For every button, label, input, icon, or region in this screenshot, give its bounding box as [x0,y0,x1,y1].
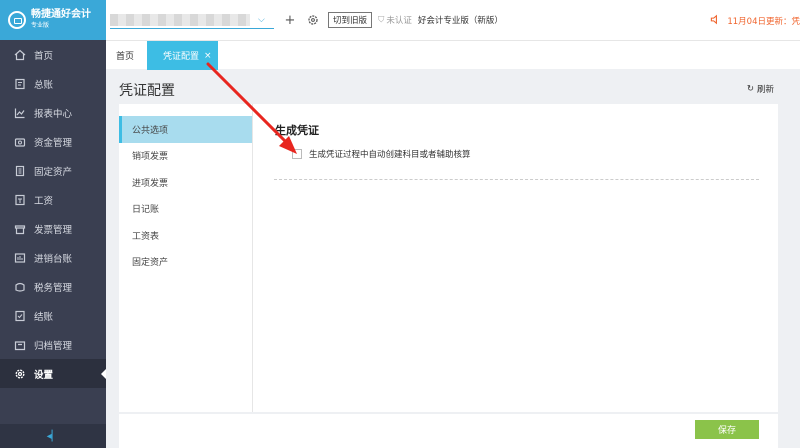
close-books-icon [14,310,26,322]
app-logo[interactable]: 畅捷通好会计 专业版 [0,0,106,40]
stock-icon [14,252,26,264]
sidebar-item-label: 归档管理 [34,340,73,352]
tab-label: 首页 [116,52,135,62]
sidebar-collapse-button[interactable]: ◂▏ [0,424,106,448]
sidebar-item-label: 发票管理 [34,224,73,236]
sidebar-item-invoices[interactable]: 发票管理 [0,214,106,243]
money-icon [14,136,26,148]
page-title: 凭证配置 [119,83,175,99]
tab-label: 凭证配置 [163,52,200,62]
auto-create-option[interactable]: 生成凭证过程中自动创建科目或者辅助核算 [292,148,471,160]
sidebar-item-reports[interactable]: 报表中心 [0,98,106,127]
auto-create-checkbox[interactable] [292,149,302,159]
collapse-icon: ◂▏ [46,430,60,442]
update-text: 11月04日更新：凭 [727,17,800,27]
sidebar-item-label: 进销台账 [34,253,73,265]
archive-icon [14,339,26,351]
building-icon [14,165,26,177]
settings-subnav: 公共选项 销项发票 进项发票 日记账 工资表 固定资产 [119,104,253,412]
refresh-label: 刷新 [756,85,774,95]
sidebar-item-label: 固定资产 [34,166,73,178]
close-icon[interactable]: × [204,51,212,61]
subnav-item-common[interactable]: 公共选项 [119,116,252,143]
sidebar-item-label: 报表中心 [34,108,73,120]
refresh-icon: ↻ [746,84,754,94]
switch-old-version-button[interactable]: 切到旧版 [328,12,373,28]
subnav-item-sales-invoice[interactable]: 销项发票 [119,143,252,170]
speaker-icon [710,14,721,28]
content-panel: 公共选项 销项发票 进项发票 日记账 工资表 固定资产 生成凭证 生成凭证过程中… [119,104,778,412]
payroll-icon [14,194,26,206]
logo-subtitle: 专业版 [31,22,50,29]
home-icon [14,49,26,61]
company-name-redacted [110,13,250,26]
tab-bar: 首页 凭证配置 × [106,40,800,70]
sidebar-item-funds[interactable]: 资金管理 [0,127,106,156]
sidebar-item-label: 总账 [34,79,54,91]
add-icon[interactable]: + [283,13,297,28]
sidebar-item-label: 税务管理 [34,282,73,294]
tab-voucher-config[interactable]: 凭证配置 × [147,41,218,70]
save-button[interactable]: 保存 [695,420,759,439]
company-selector[interactable]: ⌵ [110,11,274,29]
divider [274,179,759,180]
footer-bar: 保存 [119,414,778,448]
shield-icon: ⛉ [378,15,385,25]
sidebar-item-payroll[interactable]: 工资 [0,185,106,214]
update-notice[interactable]: 11月04日更新：凭 [710,14,800,28]
logo-icon [8,11,26,29]
gear-icon [14,368,26,380]
ledger-icon [14,78,26,90]
subnav-item-purchase-invoice[interactable]: 进项发票 [119,169,252,196]
sidebar-item-label: 首页 [34,50,54,62]
sidebar-item-close-books[interactable]: 结账 [0,301,106,330]
sidebar: 畅捷通好会计 专业版 首页 总账 报表中心 资金管理 固定资产 工资 发票管理 … [0,0,106,448]
sidebar-item-label: 工资 [34,195,54,207]
sidebar-item-label: 设置 [34,369,54,381]
subnav-item-fixed-assets[interactable]: 固定资产 [119,249,252,276]
sidebar-item-settings[interactable]: 设置 [0,359,106,388]
cert-label: 未认证 [386,16,412,26]
sidebar-item-tax[interactable]: 税务管理 [0,272,106,301]
subnav-item-journal[interactable]: 日记账 [119,196,252,223]
sidebar-item-archive[interactable]: 归档管理 [0,330,106,359]
chart-icon [14,107,26,119]
section-title: 生成凭证 [275,124,319,137]
sidebar-item-ledger[interactable]: 总账 [0,69,106,98]
tax-icon [14,281,26,293]
chevron-down-icon: ⌵ [258,14,265,25]
auto-create-label: 生成凭证过程中自动创建科目或者辅助核算 [309,150,471,160]
certification-status[interactable]: ⛉ 未认证 [378,14,412,26]
invoice-icon [14,223,26,235]
refresh-button[interactable]: ↻ 刷新 [747,83,774,95]
sidebar-item-stock-ledger[interactable]: 进销台账 [0,243,106,272]
settings-icon[interactable] [306,13,320,27]
sidebar-item-home[interactable]: 首页 [0,40,106,69]
sidebar-item-label: 结账 [34,311,54,323]
sidebar-item-label: 资金管理 [34,137,73,149]
edition-label: 好会计专业版（新版） [417,16,503,26]
logo-title: 畅捷通好会计 [31,9,91,20]
tab-home[interactable]: 首页 [116,41,134,70]
sidebar-item-fixed-assets[interactable]: 固定资产 [0,156,106,185]
topbar: ⌵ + 切到旧版 ⛉ 未认证 好会计专业版（新版） 11月04日更新：凭 [106,0,800,40]
subnav-item-payroll-table[interactable]: 工资表 [119,222,252,249]
